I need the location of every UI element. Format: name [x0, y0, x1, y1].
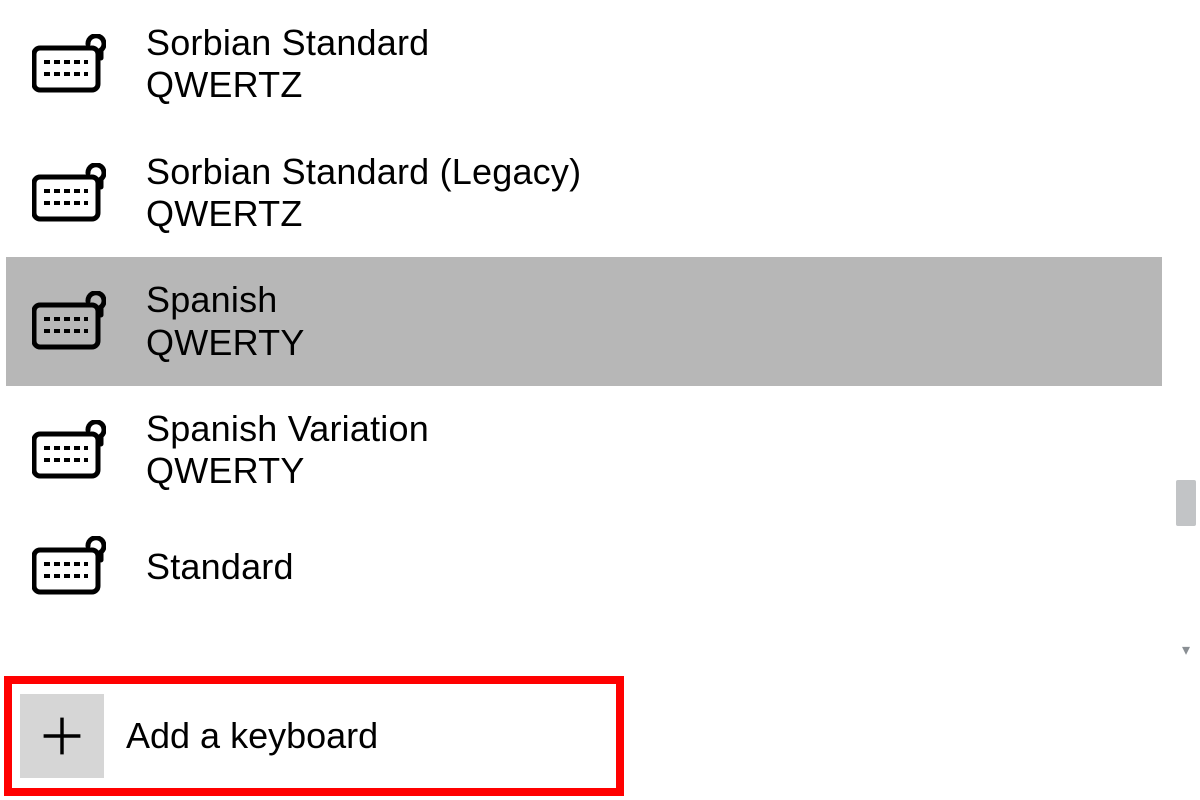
keyboard-icon [32, 291, 106, 351]
layout-type: QWERTZ [146, 192, 581, 235]
layout-name: Standard [146, 546, 294, 587]
layout-type: QWERTY [146, 321, 305, 364]
plus-icon [20, 694, 104, 778]
layout-item-standard[interactable]: Standard [6, 514, 1162, 618]
add-keyboard-button[interactable]: Add a keyboard [12, 684, 616, 788]
chevron-down-icon[interactable]: ▾ [1174, 638, 1198, 662]
keyboard-layout-list[interactable]: Sorbian Standard QWERTZ Sorbian Standard… [6, 0, 1162, 666]
layout-item-sorbian-standard-legacy[interactable]: Sorbian Standard (Legacy) QWERTZ [6, 129, 1162, 258]
layout-item-sorbian-standard[interactable]: Sorbian Standard QWERTZ [6, 0, 1162, 129]
add-keyboard-highlight: Add a keyboard [4, 676, 624, 796]
layout-name: Sorbian Standard (Legacy) [146, 151, 581, 192]
layout-name: Spanish Variation [146, 408, 429, 449]
keyboard-icon [32, 420, 106, 480]
layout-item-spanish[interactable]: Spanish QWERTY [6, 257, 1162, 386]
scrollbar-thumb[interactable] [1176, 480, 1196, 526]
keyboard-icon [32, 163, 106, 223]
layout-name: Spanish [146, 279, 305, 320]
layout-type: QWERTZ [146, 63, 429, 106]
layout-type: QWERTY [146, 449, 429, 492]
keyboard-icon [32, 536, 106, 596]
keyboard-icon [32, 34, 106, 94]
layout-name: Sorbian Standard [146, 22, 429, 63]
add-keyboard-label: Add a keyboard [126, 715, 378, 757]
layout-item-spanish-variation[interactable]: Spanish Variation QWERTY [6, 386, 1162, 515]
scrollbar[interactable]: ▾ [1172, 0, 1200, 666]
